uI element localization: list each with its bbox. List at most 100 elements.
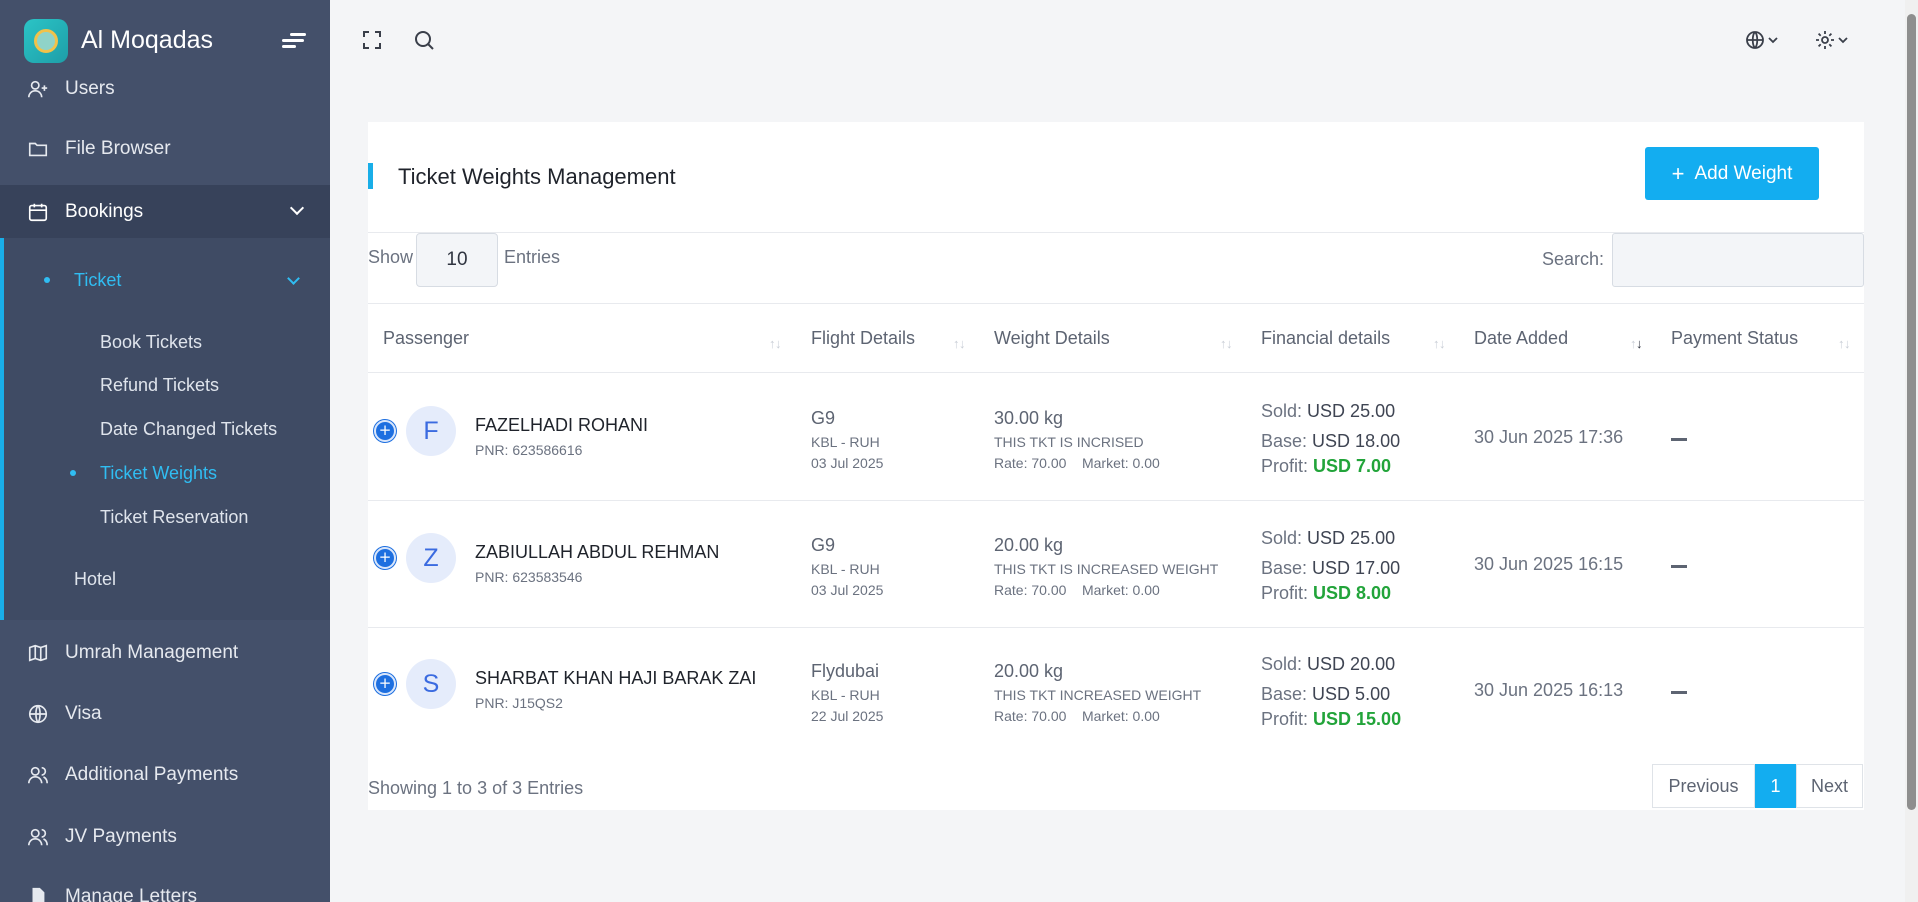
bullet-icon: [70, 470, 76, 476]
sidebar-item-visa[interactable]: Visa: [0, 689, 330, 739]
scrollbar-thumb[interactable]: [1907, 14, 1916, 810]
sidebar: Al Moqadas Users File Browser Bookings T…: [0, 0, 330, 902]
table-row: + F FAZELHADI ROHANI PNR: 623586616 G9 K…: [368, 373, 1864, 499]
flight-date: 03 Jul 2025: [811, 582, 884, 598]
weight-note: THIS TKT IS INCRISED: [994, 434, 1144, 450]
weight-rate-market: Rate: 70.00 Market: 0.00: [994, 455, 1160, 471]
users-icon: [27, 826, 49, 848]
page-scrollbar[interactable]: [1905, 0, 1918, 902]
calendar-icon: [27, 201, 49, 223]
sidebar-item-bookings[interactable]: Bookings: [0, 185, 330, 238]
app-logo: [24, 19, 68, 63]
financial-profit: Profit: USD 7.00: [1261, 456, 1392, 476]
column-header-financial-details[interactable]: Financial details: [1261, 328, 1390, 349]
column-header-weight-details[interactable]: Weight Details: [994, 328, 1110, 349]
avatar: Z: [406, 533, 456, 583]
pagination-previous[interactable]: Previous: [1652, 764, 1755, 808]
sidebar-item-ticket[interactable]: Ticket: [4, 260, 330, 300]
weight-rate-market: Rate: 70.00 Market: 0.00: [994, 708, 1160, 724]
financial-profit: Profit: USD 8.00: [1261, 583, 1392, 603]
weight-kg: 20.00 kg: [994, 661, 1064, 681]
weight-note: THIS TKT IS INCREASED WEIGHT: [994, 561, 1219, 577]
sidebar-item-hotel[interactable]: Hotel: [4, 559, 330, 599]
sort-icon[interactable]: [953, 336, 966, 354]
expand-row-icon[interactable]: +: [374, 420, 396, 442]
user-plus-icon: [27, 78, 49, 100]
users-icon: [27, 764, 49, 786]
flight-date: 22 Jul 2025: [811, 708, 884, 724]
bullet-icon: [44, 277, 50, 283]
sidebar-item-book-tickets[interactable]: Book Tickets: [4, 322, 330, 362]
sidebar-item-ticket-weights[interactable]: Ticket Weights: [4, 453, 330, 493]
sort-icon[interactable]: [1838, 336, 1851, 354]
sidebar-item-label: Manage Letters: [65, 886, 198, 902]
sort-icon[interactable]: [1433, 336, 1446, 354]
financial-base: Base: USD 18.00: [1261, 431, 1401, 451]
flight-airline: G9: [811, 535, 836, 555]
app-name: Al Moqadas: [81, 26, 214, 54]
sidebar-item-file-browser[interactable]: File Browser: [0, 124, 330, 174]
divider: [368, 303, 1864, 304]
weight-kg: 30.00 kg: [994, 408, 1064, 428]
sort-desc-icon[interactable]: [1630, 336, 1643, 354]
sidebar-item-refund-tickets[interactable]: Refund Tickets: [4, 365, 330, 405]
settings-gear-icon[interactable]: [1814, 28, 1854, 52]
plus-icon: +: [1671, 160, 1685, 186]
search-label: Search:: [1542, 249, 1605, 269]
flight-route: KBL - RUH: [811, 561, 880, 577]
table-row: + S SHARBAT KHAN HAJI BARAK ZAI PNR: J15…: [368, 628, 1864, 754]
date-added: 30 Jun 2025 16:13: [1474, 680, 1624, 700]
sidebar-item-date-changed-tickets[interactable]: Date Changed Tickets: [4, 409, 330, 449]
financial-sold: Sold: USD 25.00: [1261, 401, 1396, 421]
passenger-pnr: PNR: J15QS2: [475, 695, 563, 711]
globe-icon: [27, 703, 49, 725]
table-info-text: Showing 1 to 3 of 3 Entries: [368, 778, 584, 798]
language-globe-icon[interactable]: [1744, 28, 1784, 52]
sort-icon[interactable]: [1220, 336, 1233, 354]
pagination-next[interactable]: Next: [1796, 764, 1863, 808]
financial-profit: Profit: USD 15.00: [1261, 709, 1402, 729]
map-icon: [27, 642, 49, 664]
expand-row-icon[interactable]: +: [374, 673, 396, 695]
weight-kg: 20.00 kg: [994, 535, 1064, 555]
sort-icon[interactable]: [769, 336, 782, 354]
table-row: + Z ZABIULLAH ABDUL REHMAN PNR: 62358354…: [368, 501, 1864, 627]
expand-row-icon[interactable]: +: [374, 547, 396, 569]
passenger-pnr: PNR: 623586616: [475, 442, 583, 458]
column-header-date-added[interactable]: Date Added: [1474, 328, 1568, 349]
chevron-down-icon: [287, 272, 300, 285]
add-weight-button[interactable]: + Add Weight: [1645, 147, 1819, 200]
sidebar-item-jv-payments[interactable]: JV Payments: [0, 812, 330, 862]
flight-airline: Flydubai: [811, 661, 880, 681]
column-header-passenger[interactable]: Passenger: [383, 328, 469, 349]
folder-icon: [27, 138, 49, 160]
sidebar-item-additional-payments[interactable]: Additional Payments: [0, 750, 330, 800]
sidebar-item-label: File Browser: [65, 138, 171, 159]
financial-base: Base: USD 17.00: [1261, 558, 1401, 578]
sidebar-item-label: Visa: [65, 703, 102, 724]
brand: Al Moqadas: [0, 0, 330, 80]
table-search-input[interactable]: [1612, 233, 1864, 287]
entries-per-page-input[interactable]: [416, 233, 498, 287]
flight-airline: G9: [811, 408, 836, 428]
sidebar-item-umrah-management[interactable]: Umrah Management: [0, 628, 330, 678]
sidebar-item-ticket-reservation[interactable]: Ticket Reservation: [4, 497, 330, 537]
payment-status-empty: [1671, 565, 1687, 568]
menu-toggle-icon[interactable]: [282, 33, 306, 49]
date-added: 30 Jun 2025 17:36: [1474, 427, 1624, 447]
pagination-page-1[interactable]: 1: [1755, 764, 1796, 808]
fullscreen-icon[interactable]: [360, 28, 384, 52]
bookings-submenu: Ticket Book Tickets Refund Tickets Date …: [0, 238, 330, 620]
passenger-name: ZABIULLAH ABDUL REHMAN: [475, 542, 720, 562]
title-accent-bar: [368, 163, 373, 189]
sidebar-item-label: Users: [65, 78, 115, 99]
page-title: Ticket Weights Management: [398, 164, 676, 189]
payment-status-empty: [1671, 691, 1687, 694]
column-header-flight-details[interactable]: Flight Details: [811, 328, 915, 349]
search-icon[interactable]: [412, 28, 436, 52]
sidebar-item-manage-letters[interactable]: Manage Letters: [0, 872, 330, 902]
column-header-payment-status[interactable]: Payment Status: [1671, 328, 1798, 349]
avatar: S: [406, 659, 456, 709]
topbar: [330, 0, 1905, 80]
sidebar-item-label: Umrah Management: [65, 642, 239, 663]
